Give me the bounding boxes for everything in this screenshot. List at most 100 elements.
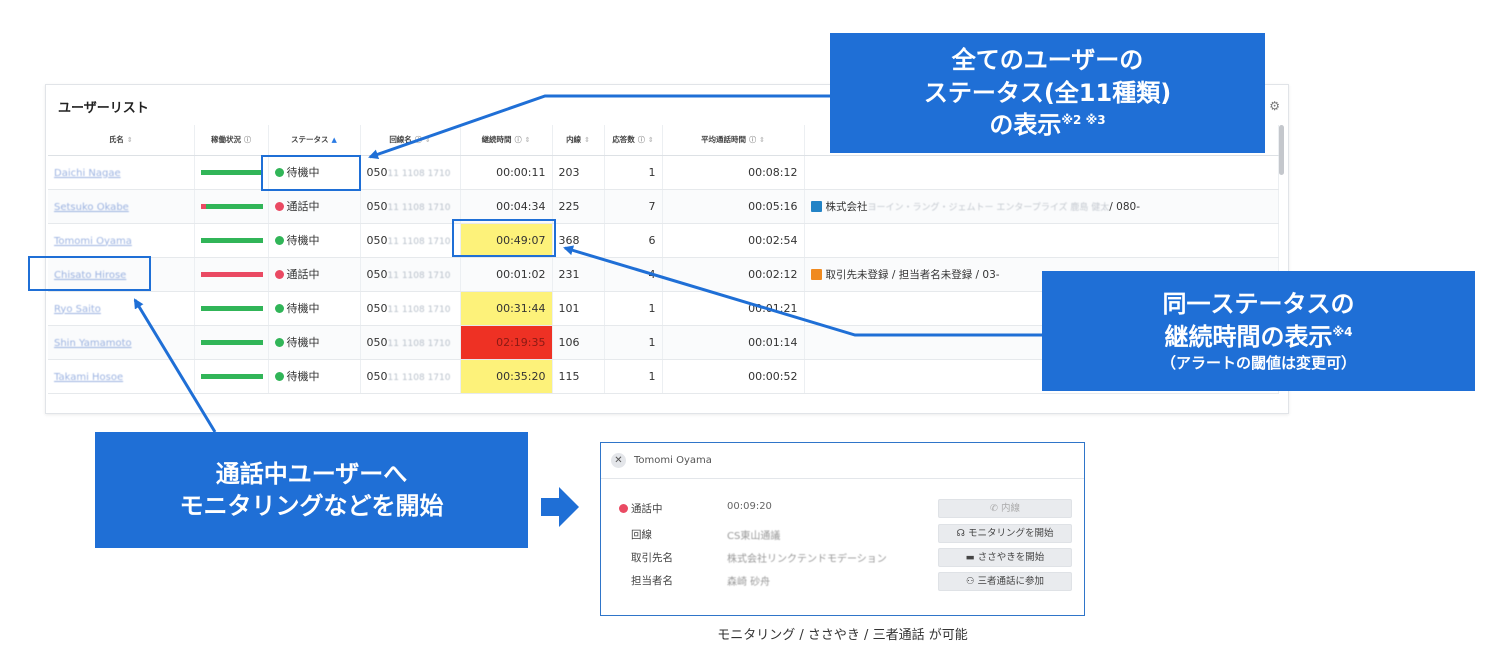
status-cell: 通話中	[268, 257, 361, 292]
dialog-label-line: 回線	[631, 529, 652, 541]
activity-cell	[194, 189, 269, 224]
status-cell: 通話中	[268, 189, 361, 224]
avg-time-cell: 00:05:16	[662, 189, 805, 224]
activity-cell	[194, 257, 269, 292]
avg-time-cell: 00:01:14	[662, 325, 805, 360]
user-name-link[interactable]: Daichi Nagae	[54, 168, 121, 179]
line-cell: 05011 1108 1710	[360, 291, 461, 326]
duration-cell: 00:31:44	[460, 291, 553, 326]
answers-cell: 1	[604, 359, 663, 394]
dialog-user-name: Tomomi Oyama	[634, 455, 712, 466]
avg-time-cell: 00:08:12	[662, 155, 805, 190]
activity-bar	[200, 169, 263, 175]
settings-icon[interactable]: ⚙	[1269, 99, 1280, 113]
user-name-cell[interactable]: Daichi Nagae	[48, 155, 195, 190]
column-header-activity[interactable]: 稼働状況 ⓘ	[194, 125, 269, 156]
answers-cell: 1	[604, 325, 663, 360]
callout-duration: 同一ステータスの 継続時間の表示※4 （アラートの閾値は変更可）	[1042, 271, 1475, 391]
duration-cell: 00:01:02	[460, 257, 553, 292]
table-row[interactable]: Daichi Nagae 待機中 05011 1108 1710 00:00:11 20…	[48, 155, 1279, 190]
dialog-status: 通話中	[619, 501, 663, 516]
duration-cell: 00:04:34	[460, 189, 553, 224]
column-header-duration[interactable]: 継続時間 ⓘ ⇕	[460, 125, 553, 156]
table-row[interactable]: Tomomi Oyama 待機中 05011 1108 1710 00:49:07 36…	[48, 223, 1279, 258]
info-icon[interactable]: ⓘ	[515, 136, 522, 144]
sort-icon[interactable]: ⇕	[525, 136, 531, 144]
extension-cell: 231	[552, 257, 605, 292]
user-name-cell[interactable]: Tomomi Oyama	[48, 223, 195, 258]
extension-cell: 115	[552, 359, 605, 394]
group-icon: ⚇	[965, 576, 978, 587]
table-row[interactable]: Setsuko Okabe 通話中 05011 1108 1710 00:04:34 2…	[48, 189, 1279, 224]
dialog-value-line: CS東山通議	[727, 531, 781, 542]
sort-icon[interactable]: ▲	[332, 136, 337, 144]
highlight-duration-cell	[452, 219, 556, 257]
info-icon[interactable]: ⓘ	[638, 136, 645, 144]
activity-cell	[194, 291, 269, 326]
column-header-extension[interactable]: 内線 ⇕	[552, 125, 605, 156]
phone-icon: ✆	[990, 503, 1001, 514]
duration-cell: 00:35:20	[460, 359, 553, 394]
status-cell: 待機中	[268, 291, 361, 326]
memo-cell	[804, 155, 1279, 190]
answers-cell: 4	[604, 257, 663, 292]
dialog-value-company: 株式会社リンクテンドモデーション	[727, 554, 887, 565]
activity-bar	[200, 237, 263, 243]
start-monitoring-button[interactable]: ☊ モニタリングを開始	[938, 524, 1072, 543]
activity-cell	[194, 155, 269, 190]
column-header-status[interactable]: ステータス ▲	[268, 125, 361, 156]
memo-cell: 株式会社ヨーイン・ラング・ジェムトー エンタープライズ 鹿島 健太/ 080-	[804, 189, 1279, 224]
user-name-link[interactable]: Takami Hosoe	[54, 372, 123, 383]
scrollbar[interactable]	[1279, 125, 1284, 175]
sort-icon[interactable]: ⇕	[759, 136, 765, 144]
sort-icon[interactable]: ⇕	[648, 136, 654, 144]
user-name-link[interactable]: Shin Yamamoto	[54, 338, 132, 349]
user-name-link[interactable]: Tomomi Oyama	[54, 236, 132, 247]
info-icon[interactable]: ⓘ	[749, 136, 756, 144]
dialog-value-contact: 森崎 砂舟	[727, 577, 771, 588]
user-name-cell[interactable]: Ryo Saito	[48, 291, 195, 326]
status-cell: 待機中	[268, 223, 361, 258]
extension-cell: 101	[552, 291, 605, 326]
user-name-cell[interactable]: Setsuko Okabe	[48, 189, 195, 224]
headset-icon: ☊	[956, 528, 968, 539]
extension-button[interactable]: ✆ 内線	[938, 499, 1072, 518]
avg-time-cell: 00:01:21	[662, 291, 805, 326]
extension-cell: 368	[552, 223, 605, 258]
user-name-link[interactable]: Ryo Saito	[54, 304, 101, 315]
right-arrow-icon	[541, 487, 579, 527]
sort-icon[interactable]: ⇕	[425, 136, 431, 144]
user-name-cell[interactable]: Shin Yamamoto	[48, 325, 195, 360]
dialog-label-contact: 担当者名	[631, 575, 673, 587]
info-icon[interactable]: ⓘ	[415, 136, 422, 144]
activity-bar	[200, 271, 263, 277]
status-cell: 待機中	[268, 325, 361, 360]
dialog-status-time: 00:09:20	[727, 501, 772, 512]
memo-cell	[804, 223, 1279, 258]
status-dot-icon	[274, 338, 284, 347]
column-header-line[interactable]: 回線名 ⓘ ⇕	[360, 125, 461, 156]
extension-cell: 203	[552, 155, 605, 190]
close-icon[interactable]: ✕	[611, 453, 626, 468]
sort-icon[interactable]: ⇕	[584, 136, 590, 144]
line-cell: 05011 1108 1710	[360, 359, 461, 394]
column-header-avg-time[interactable]: 平均通話時間 ⓘ ⇕	[662, 125, 805, 156]
chat-icon: ▬	[965, 552, 978, 563]
user-name-cell[interactable]: Takami Hosoe	[48, 359, 195, 394]
activity-cell	[194, 359, 269, 394]
info-icon[interactable]: ⓘ	[244, 136, 251, 144]
line-cell: 05011 1108 1710	[360, 223, 461, 258]
avg-time-cell: 00:02:12	[662, 257, 805, 292]
highlight-status-cell	[261, 155, 361, 191]
column-header-name[interactable]: 氏名 ⇕	[48, 125, 195, 156]
sort-icon[interactable]: ⇕	[127, 136, 133, 144]
status-dot-icon	[274, 270, 284, 279]
status-dot-icon	[619, 504, 628, 513]
start-whisper-button[interactable]: ▬ ささやきを開始	[938, 548, 1072, 567]
column-header-answers[interactable]: 応答数 ⓘ ⇕	[604, 125, 663, 156]
activity-cell	[194, 325, 269, 360]
user-name-link[interactable]: Setsuko Okabe	[54, 202, 129, 213]
status-dot-icon	[274, 202, 284, 211]
avg-time-cell: 00:02:54	[662, 223, 805, 258]
join-three-way-call-button[interactable]: ⚇ 三者通話に参加	[938, 572, 1072, 591]
